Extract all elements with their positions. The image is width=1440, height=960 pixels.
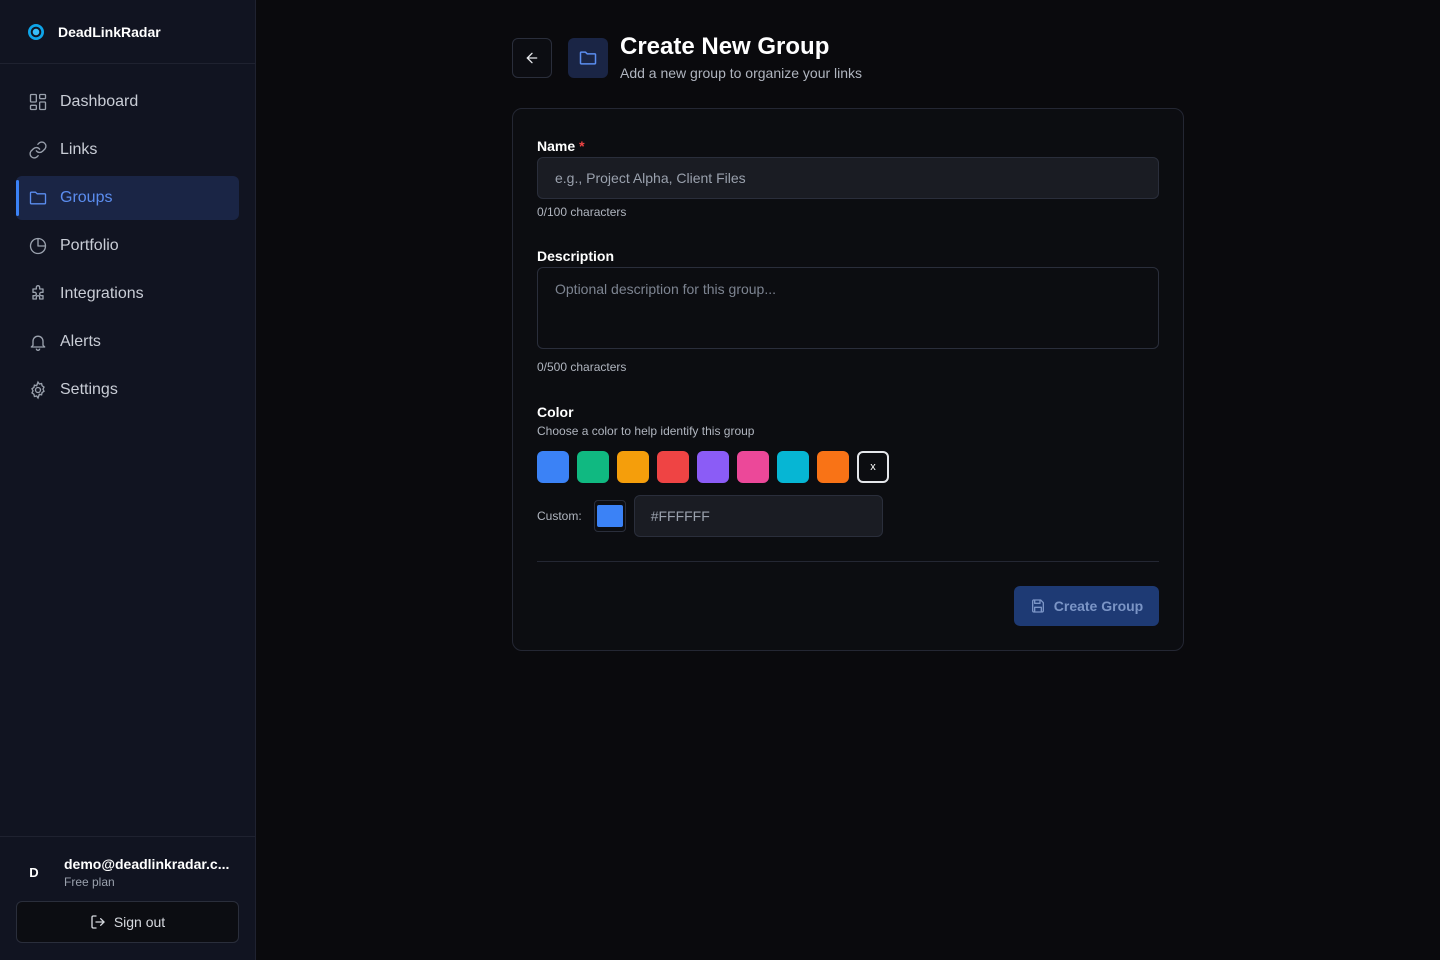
custom-color-row: Custom: #FFFFFF xyxy=(537,495,889,537)
color-swatch-blue[interactable] xyxy=(537,451,569,483)
color-swatch-orange[interactable] xyxy=(817,451,849,483)
link-icon xyxy=(29,141,47,159)
sidebar-item-links[interactable]: Links xyxy=(16,128,239,172)
avatar: D xyxy=(29,864,39,880)
clear-color-button[interactable]: x xyxy=(857,451,889,483)
sidebar-item-groups[interactable]: Groups xyxy=(16,176,239,220)
bell-icon xyxy=(30,335,46,351)
user-email: demo@deadlinkradar.c... xyxy=(64,855,230,872)
color-swatch-purple[interactable] xyxy=(697,451,729,483)
color-swatches: x xyxy=(537,451,889,483)
description-char-counter: 0/500 characters xyxy=(537,360,627,374)
sidebar-item-integrations[interactable]: Integrations xyxy=(16,272,239,316)
sidebar-item-portfolio[interactable]: Portfolio xyxy=(16,224,239,268)
puzzle-icon xyxy=(32,285,44,300)
sidebar-item-label: Groups xyxy=(60,189,113,206)
user-info: D demo@deadlinkradar.c... Free plan xyxy=(16,853,239,891)
sidebar-item-label: Integrations xyxy=(60,285,144,302)
sign-out-icon xyxy=(91,915,105,929)
custom-color-picker[interactable] xyxy=(593,500,626,532)
custom-color-label: Custom: xyxy=(537,509,582,523)
name-char-counter: 0/100 characters xyxy=(537,205,627,219)
color-hint: Choose a color to help identify this gro… xyxy=(537,424,755,438)
folder-icon xyxy=(29,191,47,205)
create-group-label: Create Group xyxy=(1053,598,1144,614)
color-swatch-pink[interactable] xyxy=(737,451,769,483)
sidebar-item-alerts[interactable]: Alerts xyxy=(16,320,239,364)
gear-icon xyxy=(31,380,45,400)
sign-out-label: Sign out xyxy=(113,914,166,930)
create-group-form: Name * e.g., Project Alpha, Client Files … xyxy=(512,108,1184,651)
sidebar-footer: D demo@deadlinkradar.c... Free plan Sign… xyxy=(0,836,255,960)
save-icon xyxy=(1031,599,1044,613)
color-swatch-red[interactable] xyxy=(657,451,689,483)
sidebar-item-label: Dashboard xyxy=(60,93,139,110)
required-marker: * xyxy=(579,138,585,154)
radar-logo-icon xyxy=(28,23,44,40)
sidebar: DeadLinkRadar Dashboard Links Groups Por… xyxy=(0,0,256,960)
create-group-button[interactable]: Create Group xyxy=(1014,586,1159,626)
user-plan: Free plan xyxy=(64,874,115,889)
color-swatch-green[interactable] xyxy=(577,451,609,483)
sign-out-button[interactable]: Sign out xyxy=(16,901,239,943)
pie-chart-icon xyxy=(29,237,47,255)
description-field-group: Description Optional description for thi… xyxy=(537,248,1159,374)
name-field-group: Name * e.g., Project Alpha, Client Files … xyxy=(537,138,1159,219)
custom-color-preview xyxy=(596,505,623,527)
back-button[interactable] xyxy=(512,38,552,78)
color-label: Color xyxy=(537,404,574,420)
arrow-left-icon xyxy=(526,52,538,64)
page-header: Create New Group Add a new group to orga… xyxy=(512,32,862,81)
page-subtitle: Add a new group to organize your links xyxy=(620,65,863,81)
color-swatch-cyan[interactable] xyxy=(777,451,809,483)
color-field-group: Color Choose a color to help identify th… xyxy=(537,404,889,537)
sidebar-item-label: Links xyxy=(60,141,98,158)
color-swatch-amber[interactable] xyxy=(617,451,649,483)
sidebar-nav: Dashboard Links Groups Portfolio Integra… xyxy=(0,64,255,412)
sidebar-item-label: Settings xyxy=(60,381,118,398)
brand[interactable]: DeadLinkRadar xyxy=(0,0,255,64)
hex-color-input[interactable]: #FFFFFF xyxy=(633,495,883,537)
brand-name: DeadLinkRadar xyxy=(58,23,161,40)
description-label: Description xyxy=(537,248,615,264)
dashboard-icon xyxy=(29,93,47,111)
description-textarea[interactable]: Optional description for this group... xyxy=(537,267,1159,349)
sidebar-item-label: Alerts xyxy=(60,333,101,350)
name-input[interactable]: e.g., Project Alpha, Client Files xyxy=(537,157,1159,199)
folder-icon xyxy=(579,51,597,65)
name-label: Name * xyxy=(537,138,585,154)
sidebar-item-settings[interactable]: Settings xyxy=(16,368,239,412)
form-divider xyxy=(537,561,1159,562)
group-badge xyxy=(568,38,608,78)
sidebar-item-label: Portfolio xyxy=(60,237,119,254)
page-title: Create New Group xyxy=(620,33,830,60)
sidebar-item-dashboard[interactable]: Dashboard xyxy=(16,80,239,124)
